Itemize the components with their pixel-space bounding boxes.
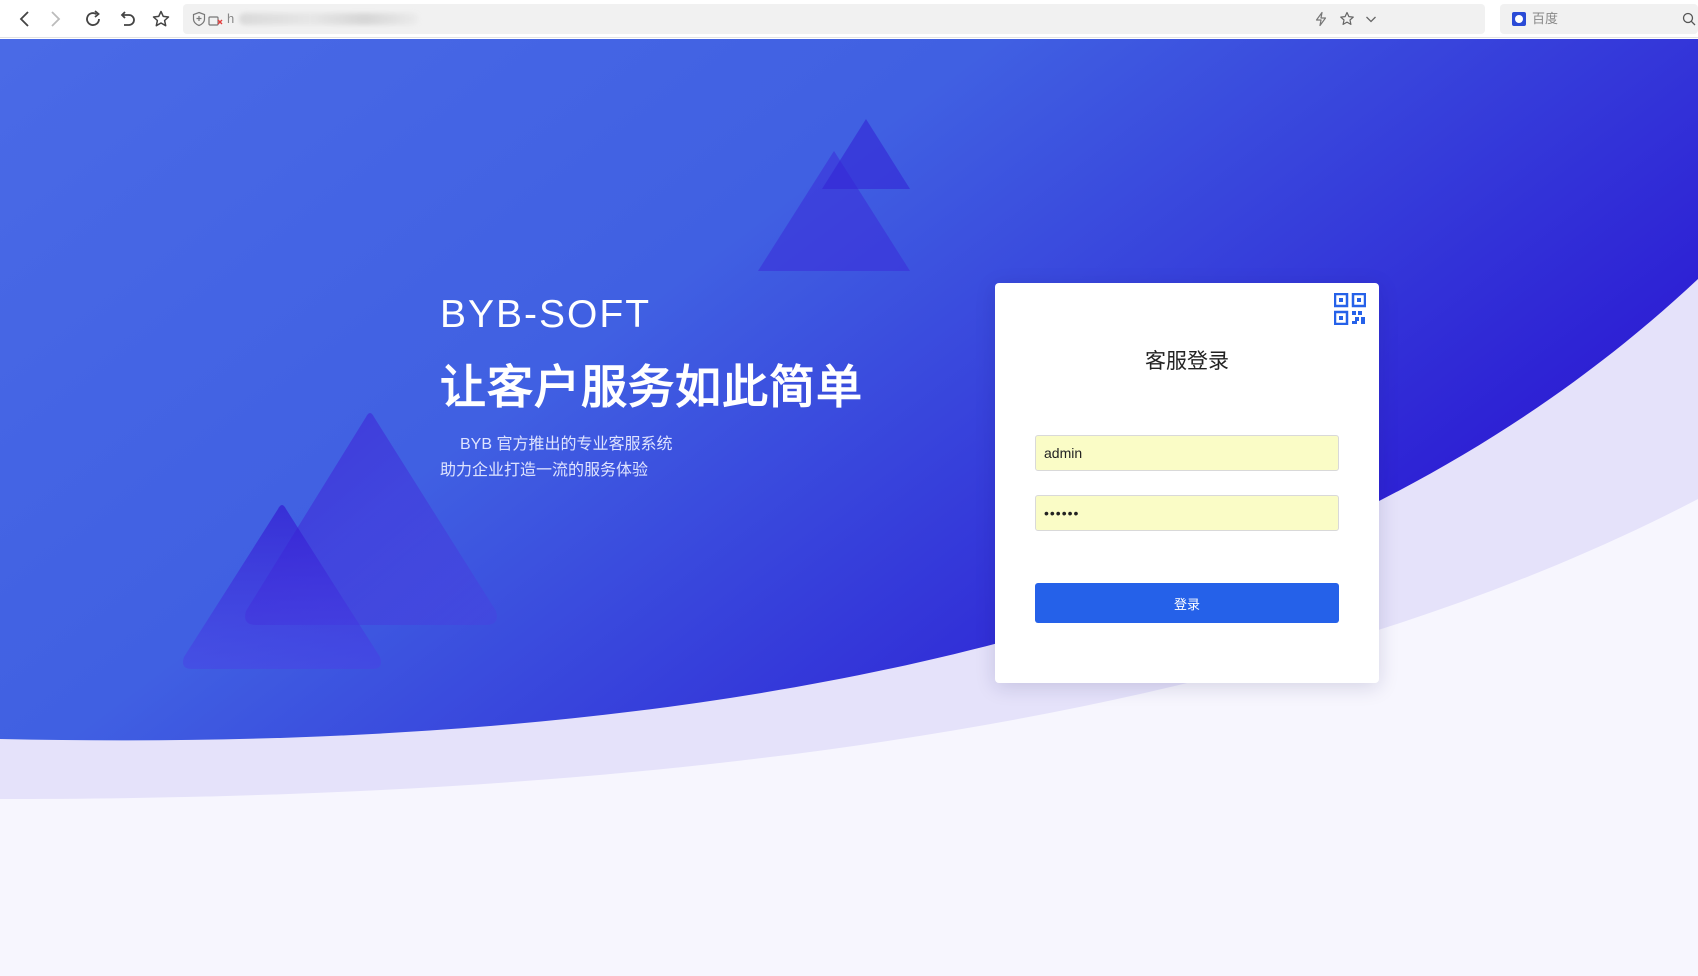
forward-button[interactable] [42,6,68,32]
insecure-icon [207,11,223,27]
url-blurred [239,13,419,25]
login-title: 客服登录 [1145,350,1229,373]
reload-button[interactable] [80,6,106,32]
undo-button[interactable] [114,6,140,32]
search-icon[interactable] [1682,12,1696,26]
forward-icon [51,11,61,27]
address-bar[interactable]: h [183,4,1485,34]
back-icon [19,11,29,27]
description-line-2: 助力企业打造一流的服务体验 [440,462,649,479]
reload-icon [86,10,100,26]
back-button[interactable] [12,6,38,32]
bookmark-star-icon [152,10,170,27]
login-card: 客服登录 登录 [995,283,1379,683]
star-icon[interactable] [1339,11,1355,27]
url-text: h [227,11,235,26]
shield-icon [191,11,207,27]
slogan: 让客户服务如此简单 [440,361,863,413]
login-button[interactable]: 登录 [1035,583,1339,623]
description-line-1: BYB 官方推出的专业客服系统 [460,436,673,453]
undo-icon [120,11,135,26]
search-box[interactable]: 百度 [1500,4,1698,34]
password-input[interactable] [1035,495,1339,531]
login-page: BYB-SOFT 让客户服务如此简单 BYB 官方推出的专业客服系统 助力企业打… [0,39,1698,976]
description: BYB 官方推出的专业客服系统 助力企业打造一流的服务体验 [440,432,672,484]
baidu-logo-icon [1512,12,1526,26]
bookmark-button[interactable] [148,6,174,32]
username-input[interactable] [1035,435,1339,471]
lightning-icon[interactable] [1313,11,1329,27]
qr-code-icon[interactable] [1333,292,1367,326]
search-placeholder: 百度 [1532,11,1559,26]
chevron-down-icon[interactable] [1363,11,1379,27]
hero-background [0,39,1698,976]
brand-name: BYB-SOFT [440,293,652,336]
browser-toolbar: h 百度 [0,0,1698,38]
